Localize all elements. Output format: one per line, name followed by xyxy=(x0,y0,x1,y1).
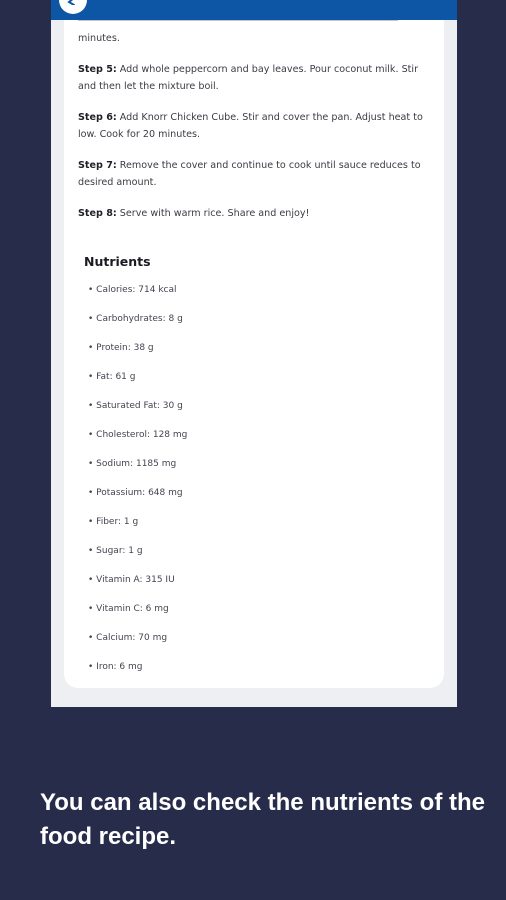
step-item: Step 8: Serve with warm rice. Share and … xyxy=(78,205,438,222)
nutrient-item: • Sodium: 1185 mg xyxy=(88,459,177,469)
step-label: Step 7: xyxy=(78,160,117,171)
step-text: Serve with warm rice. Share and enjoy! xyxy=(116,208,310,219)
nutrient-item: • Vitamin A: 315 IU xyxy=(88,575,175,585)
phone-screen: minutes. Step 5: Add whole peppercorn an… xyxy=(51,0,457,707)
nutrient-item: • Carbohydrates: 8 g xyxy=(88,314,183,324)
promo-caption: You can also check the nutrients of the … xyxy=(40,789,485,850)
steps-section: minutes. Step 5: Add whole peppercorn an… xyxy=(78,6,438,236)
chevron-left-icon xyxy=(67,0,75,5)
nutrient-item: • Cholesterol: 128 mg xyxy=(88,430,188,440)
nutrients-list: • Calories: 714 kcal • Carbohydrates: 8 … xyxy=(88,282,187,688)
recipe-card: minutes. Step 5: Add whole peppercorn an… xyxy=(64,0,444,688)
nutrient-item: • Fat: 61 g xyxy=(88,372,136,382)
nutrient-item: • Calcium: 70 mg xyxy=(88,633,168,643)
nutrient-item: • Potassium: 648 mg xyxy=(88,488,183,498)
step-text: Add Knorr Chicken Cube. Stir and cover t… xyxy=(78,112,423,140)
step-label: Step 6: xyxy=(78,112,117,123)
nutrient-item: • Sugar: 1 g xyxy=(88,546,143,556)
nutrients-title: Nutrients xyxy=(84,254,151,269)
nutrient-item: • Fiber: 1 g xyxy=(88,517,139,527)
step-item: Step 5: Add whole peppercorn and bay lea… xyxy=(78,61,438,95)
nutrient-item: • Protein: 38 g xyxy=(88,343,154,353)
step-item: Step 6: Add Knorr Chicken Cube. Stir and… xyxy=(78,109,438,143)
step-label: Step 8: xyxy=(78,208,117,219)
step-text: Add whole peppercorn and bay leaves. Pou… xyxy=(78,64,419,92)
nutrient-item: • Saturated Fat: 30 g xyxy=(88,401,183,411)
step-continued-text: minutes. xyxy=(78,33,120,44)
step-item: Step 7: Remove the cover and continue to… xyxy=(78,157,438,191)
back-button[interactable] xyxy=(59,0,87,14)
nutrient-item: • Iron: 6 mg xyxy=(88,662,143,672)
step-label: Step 5: xyxy=(78,64,117,75)
nutrient-item: • Vitamin C: 6 mg xyxy=(88,604,169,614)
nutrient-item: • Calories: 714 kcal xyxy=(88,285,177,295)
app-bar xyxy=(51,0,457,20)
step-text: Remove the cover and continue to cook un… xyxy=(78,160,421,188)
